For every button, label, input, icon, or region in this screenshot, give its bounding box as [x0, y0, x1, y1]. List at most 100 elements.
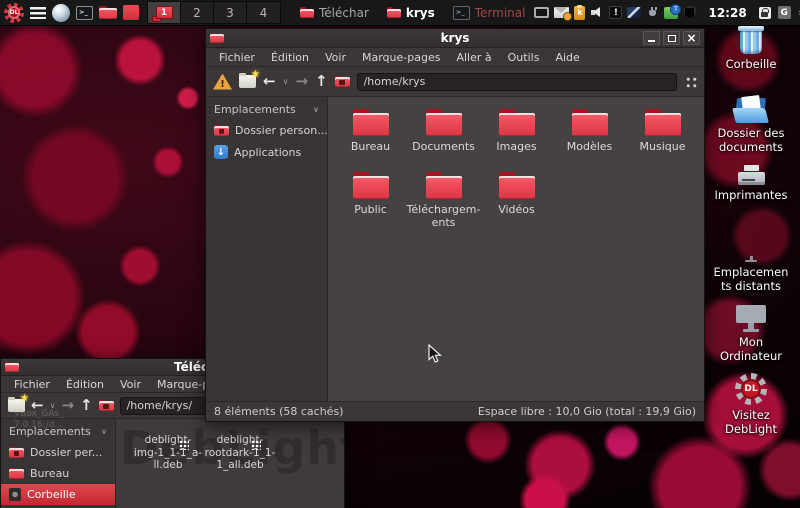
folder-icon — [645, 109, 681, 136]
folder-documents[interactable]: Documents — [407, 109, 480, 172]
bg-menu-edition[interactable]: Édition — [59, 377, 111, 392]
up-icon[interactable]: ↑ — [80, 398, 93, 413]
workspace-1-active-window: 1 — [156, 6, 173, 19]
window-krys: krys Fichier Édition Voir Marque-pages A… — [205, 28, 705, 422]
workspace-3[interactable]: 3 — [214, 2, 247, 23]
folder-bureau[interactable]: Bureau — [334, 109, 407, 172]
krys-statusbar: 8 éléments (58 cachés) Espace libre : 10… — [206, 401, 704, 421]
folder-musique[interactable]: Musique — [626, 109, 699, 172]
menu-fichier[interactable]: Fichier — [212, 50, 262, 65]
back-icon[interactable]: ← — [263, 74, 276, 89]
workspace-2[interactable]: 2 — [181, 2, 214, 23]
mail-icon[interactable] — [554, 7, 569, 18]
trash-icon — [9, 488, 21, 501]
file-deblight-rootdark-deb[interactable]: deblight- rootdark-1_1- 1_all.deb — [200, 429, 280, 472]
menu-marque-pages[interactable]: Marque-pages — [355, 50, 447, 65]
sidebar-item-dossier-personnel[interactable]: Dossier person... — [206, 120, 327, 141]
red-app-launcher-icon[interactable] — [123, 5, 139, 20]
window-folder-icon — [5, 362, 19, 373]
folder-images[interactable]: Images — [480, 109, 553, 172]
bg-sidebar-item-home[interactable]: Dossier per... — [1, 442, 115, 463]
bg-menu-fichier[interactable]: Fichier — [7, 377, 57, 392]
lock-icon[interactable] — [759, 7, 771, 19]
workspace-1[interactable]: 1 — [148, 2, 181, 23]
menu-outils[interactable]: Outils — [501, 50, 547, 65]
file-manager-launcher-icon[interactable] — [99, 6, 117, 20]
folder-icon — [499, 109, 535, 136]
folder-icon — [353, 172, 389, 199]
menu-aller-a[interactable]: Aller à — [449, 50, 498, 65]
warning-icon[interactable] — [213, 74, 232, 90]
back-history-chevron-icon[interactable]: ∨ — [283, 77, 289, 86]
file-deblight-img-deb[interactable]: deblight- img-1_1-1_a- ll.deb — [128, 429, 208, 472]
sidebar-header-emplacements[interactable]: Emplacements ∨ — [206, 97, 327, 120]
desktop-icon-documents[interactable]: Dossier des documents — [705, 96, 797, 154]
minimize-button[interactable] — [643, 31, 660, 45]
sidebar-item-applications[interactable]: Applications — [206, 141, 327, 163]
menu-voir[interactable]: Voir — [318, 50, 353, 65]
clipboard-manager-icon[interactable] — [574, 6, 585, 20]
taskbar-window-telechargements[interactable]: Téléchar — [291, 0, 378, 25]
shield-icon[interactable] — [683, 6, 696, 20]
window-button-list: Téléchar krys Terminal — [291, 0, 534, 25]
chevron-down-icon: ∨ — [313, 105, 319, 114]
menu-edition[interactable]: Édition — [264, 50, 316, 65]
desktop-icon-printers[interactable]: Imprimantes — [705, 165, 797, 203]
folder-icon — [572, 109, 608, 136]
path-field[interactable]: /home/krys — [357, 73, 677, 91]
taskbar-window-terminal[interactable]: Terminal — [444, 0, 535, 25]
new-folder-icon[interactable] — [239, 75, 256, 88]
power-manager-icon[interactable] — [646, 6, 659, 19]
folder-modeles[interactable]: Modèles — [553, 109, 626, 172]
terminal-icon — [453, 6, 470, 20]
bg-menu-voir[interactable]: Voir — [113, 377, 148, 392]
globe-icon — [738, 233, 764, 262]
language-indicator[interactable]: G — [778, 6, 791, 19]
display-icon[interactable] — [534, 7, 549, 18]
folder-icon — [387, 7, 401, 18]
forward-icon[interactable]: → — [295, 74, 308, 89]
bg-sidebar-item-corbeille[interactable]: Corbeille — [1, 484, 115, 505]
menu-aide[interactable]: Aide — [548, 50, 586, 65]
desktop-icon-computer[interactable]: Mon Ordinateur — [705, 305, 797, 363]
system-tray: 12:28 G — [534, 6, 800, 20]
screen: DL 1 2 3 4 Téléchar krys — [0, 0, 800, 508]
desktop-icon-remote-places[interactable]: Emplacemen ts distants — [705, 233, 797, 293]
up-icon[interactable]: ↑ — [315, 74, 328, 89]
deblight-gear-icon: DL — [735, 373, 767, 405]
folder-videos[interactable]: Vidéos — [480, 172, 553, 235]
volume-icon[interactable] — [590, 6, 604, 19]
home-folder-icon — [9, 447, 24, 459]
bg-file-view: DebLight deblight- img-1_1-1_a- ll.deb d… — [116, 419, 344, 508]
screenshot-tool-icon[interactable] — [627, 7, 641, 18]
folder-icon — [300, 7, 314, 18]
terminal-launcher-icon[interactable] — [76, 6, 93, 20]
desktop-icon-trash[interactable]: Corbeille — [705, 29, 797, 72]
bg-sidebar: Emplacements ∨ Dossier per... Bureau Cor… — [1, 419, 116, 508]
clock[interactable]: 12:28 — [708, 6, 746, 20]
home-icon[interactable] — [99, 400, 114, 412]
trash-icon — [740, 29, 762, 54]
folder-icon — [426, 109, 462, 136]
web-browser-launcher-icon[interactable] — [52, 4, 70, 22]
bg-sidebar-item-bureau[interactable]: Bureau — [1, 463, 115, 484]
documents-folder-icon — [734, 96, 768, 123]
view-options-icon[interactable] — [684, 75, 697, 88]
home-icon[interactable] — [335, 76, 350, 88]
network-map-icon[interactable] — [664, 7, 678, 19]
desktop-icon-deblight[interactable]: DL Visitez DebLight — [705, 373, 797, 436]
folder-public[interactable]: Public — [334, 172, 407, 235]
close-button[interactable] — [686, 32, 696, 44]
taskbar-window-krys[interactable]: krys — [378, 0, 444, 25]
krys-titlebar[interactable]: krys — [206, 29, 704, 48]
folder-icon — [426, 172, 462, 199]
alerts-icon[interactable] — [609, 6, 622, 19]
deblight-logo-icon[interactable]: DL — [4, 3, 24, 23]
krys-window-title: krys — [441, 31, 470, 45]
workspace-pager: 1 2 3 4 — [147, 1, 281, 24]
folder-telechargements[interactable]: Téléchargem- ents — [407, 172, 480, 235]
workspace-4[interactable]: 4 — [247, 2, 280, 23]
maximize-button[interactable] — [663, 31, 680, 45]
ghost-desktop-label: VBox_GAs_ 7.0.16:/d... — [14, 409, 64, 431]
applications-menu-icon[interactable] — [30, 7, 46, 19]
